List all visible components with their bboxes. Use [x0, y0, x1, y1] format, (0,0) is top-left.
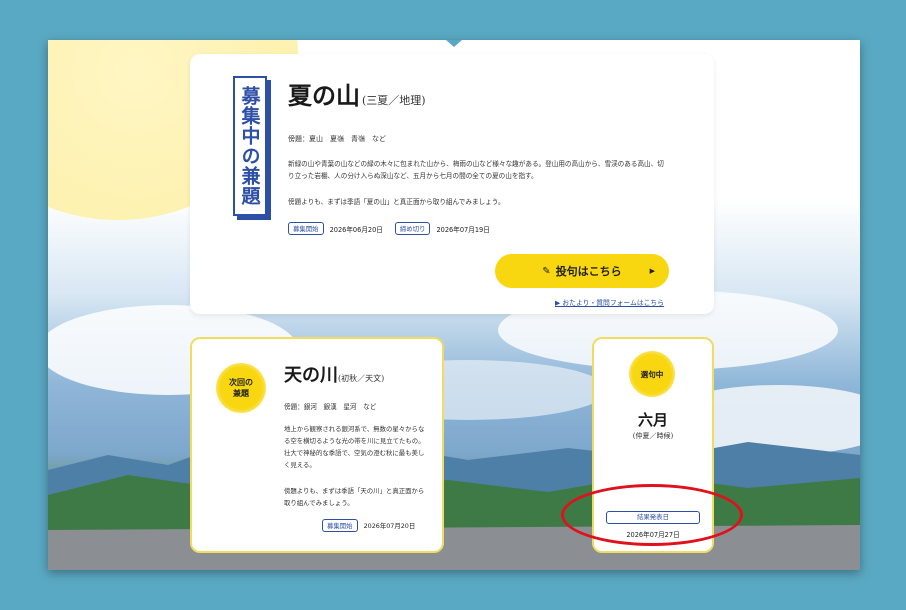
section-pointer — [446, 40, 462, 47]
next-title: 天の川 — [284, 365, 338, 386]
topic-description: 新緑の山や青葉の山などの緑の木々に包まれた山から、梅雨の山など様々な趣がある。登… — [288, 160, 664, 180]
next-start-tag: 募集開始 — [322, 519, 358, 532]
next-dates: 募集開始 2026年07月20日 — [322, 519, 421, 532]
next-topic-badge: 次回の兼題 — [216, 363, 266, 413]
next-description: 地上から観察される銀河系で、無数の星々からなる空を横切るような光の帯を川に見立て… — [284, 425, 425, 469]
start-tag: 募集開始 — [288, 222, 324, 235]
next-subtitle: (初秋／天文) — [338, 374, 385, 383]
topic-title-row: 夏の山 (三夏／地理) — [288, 76, 426, 111]
deadline-date: 2026年07月19日 — [436, 225, 490, 234]
next-title-row: 天の川 (初秋／天文) — [284, 361, 384, 387]
selection-subtitle: (仲夏／時候) — [632, 432, 674, 440]
next-side-topics: 傍題：銀河 銀漢 星河 など — [284, 403, 377, 411]
next-note: 傍題よりも、まずは季語「天の川」と真正面から取り組んでみましょう。 — [284, 487, 425, 507]
side-topics: 傍題：夏山 夏嶺 青嶺 など — [288, 135, 386, 143]
page-frame: 募集中の兼題 夏の山 (三夏／地理) 傍題：夏山 夏嶺 青嶺 など 新緑の山や青… — [48, 40, 860, 570]
letter-form-link[interactable]: ▶ おたより・質問フォームはこちら — [555, 297, 664, 307]
landscape-background — [48, 290, 860, 570]
post-haiku-button[interactable]: ✎ 投句はこちら ▶ — [495, 254, 669, 288]
current-topic-card: 募集中の兼題 夏の山 (三夏／地理) 傍題：夏山 夏嶺 青嶺 など 新緑の山や青… — [190, 54, 714, 314]
topic-subtitle: (三夏／地理) — [362, 94, 426, 107]
annotation-circle — [561, 484, 743, 546]
next-start-date: 2026年07月20日 — [363, 522, 416, 530]
topic-title: 夏の山 — [288, 81, 360, 110]
topic-note: 傍題よりも、まずは季語「夏の山」と真正面から取り組んでみましょう。 — [288, 198, 505, 206]
pencil-icon: ✎ — [542, 265, 551, 277]
topic-dates: 募集開始 2026年06月20日 締め切り 2026年07月19日 — [288, 222, 496, 235]
post-button-label: 投句はこちら — [555, 265, 622, 278]
next-topic-card: 次回の兼題 天の川 (初秋／天文) 傍題：銀河 銀漢 星河 など 地上から観察さ… — [190, 337, 444, 553]
arrow-right-icon: ▶ — [649, 267, 655, 275]
selection-badge: 選句中 — [629, 351, 675, 397]
start-date: 2026年06月20日 — [329, 225, 383, 234]
recruiting-label: 募集中の兼題 — [233, 76, 267, 216]
selection-month: 六月 — [637, 411, 668, 429]
deadline-tag: 締め切り — [394, 222, 431, 235]
